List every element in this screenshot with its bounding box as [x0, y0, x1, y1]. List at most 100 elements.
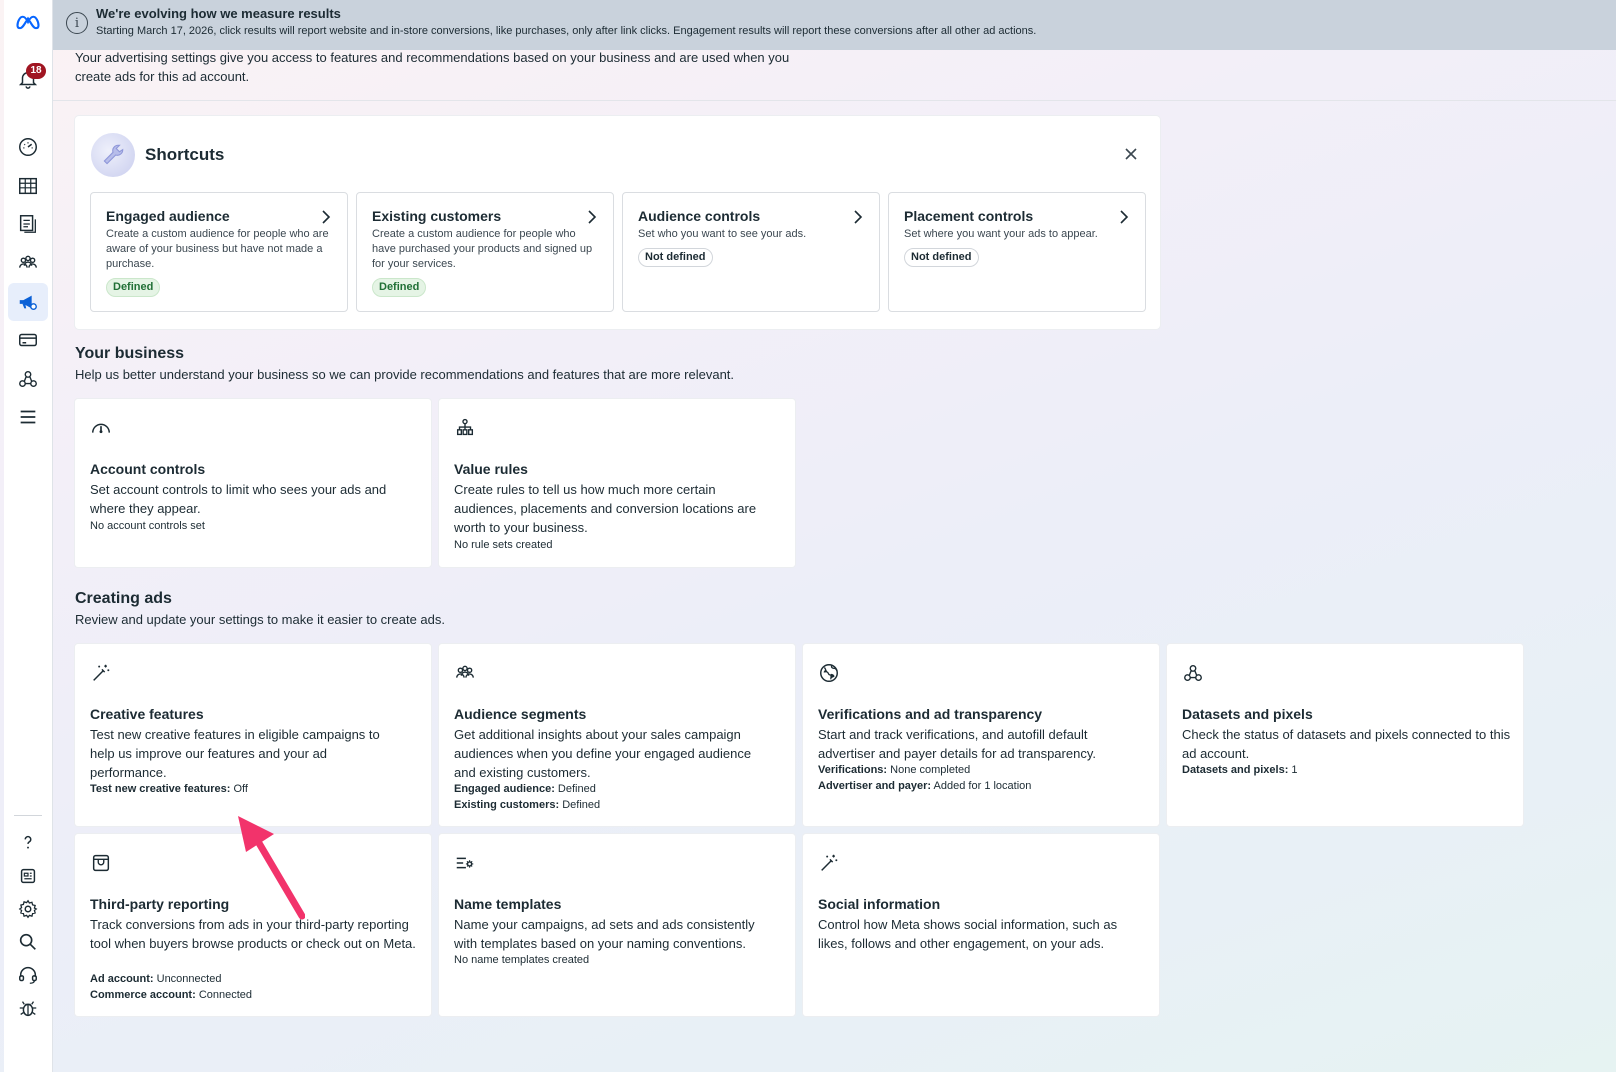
- card-description: Control how Meta shows social informatio…: [818, 917, 1118, 951]
- chevron-right-icon: [588, 210, 597, 224]
- creating-ads-subtitle: Review and update your settings to make …: [75, 612, 445, 627]
- shortcut-existing-customers[interactable]: Existing customers Create a custom audie…: [356, 192, 614, 312]
- card-status: No account controls set: [90, 520, 205, 532]
- audiences-button[interactable]: [8, 244, 48, 282]
- value-rules-card[interactable]: Value rules Create rules to tell us how …: [439, 399, 795, 567]
- all-tools-button[interactable]: [8, 398, 48, 436]
- list-settings-icon: [454, 852, 476, 874]
- card-title: Name templates: [454, 896, 562, 912]
- advertising-settings-button[interactable]: [8, 283, 48, 321]
- globe-icon: [818, 662, 840, 684]
- table-icon: [19, 177, 37, 195]
- status-value: Off: [230, 783, 248, 795]
- sidebar-divider: [14, 815, 42, 816]
- card-status: Verifications: None completed Advertiser …: [818, 762, 1031, 794]
- shortcut-description: Create a custom audience for people who …: [372, 228, 593, 270]
- banner-body: Starting March 17, 2026, click results w…: [96, 25, 1037, 37]
- close-shortcuts-button[interactable]: [1122, 145, 1140, 163]
- audience-segments-card[interactable]: Audience segments Get additional insight…: [439, 644, 795, 826]
- credit-card-icon: [19, 333, 37, 347]
- annotation-arrow-icon: [238, 816, 305, 920]
- gauge-icon: [90, 417, 112, 439]
- status-value: 1: [1288, 764, 1298, 776]
- meta-logo-icon[interactable]: [8, 3, 48, 41]
- status-value: Defined: [554, 783, 596, 795]
- status-value: Unconnected: [153, 973, 222, 985]
- card-title: Social information: [818, 896, 941, 912]
- status-label: Test new creative features:: [90, 783, 231, 795]
- card-title: Audience segments: [454, 706, 587, 722]
- status-value: Defined: [559, 799, 601, 811]
- status-label: Verifications:: [818, 764, 888, 776]
- ads-manager-button[interactable]: [8, 167, 48, 205]
- card-description: Check the status of datasets and pixels …: [1182, 727, 1511, 761]
- question-mark-icon: [24, 835, 32, 849]
- shortcut-title: Placement controls: [904, 208, 1034, 224]
- close-icon: [1125, 148, 1137, 160]
- status-label: Ad account:: [90, 973, 154, 985]
- card-title: Account controls: [90, 461, 206, 477]
- card-status: Engaged audience: Defined Existing custom…: [454, 781, 600, 813]
- status-value: Connected: [195, 989, 253, 1001]
- billing-button[interactable]: [8, 321, 48, 359]
- status-label: Commerce account:: [90, 989, 196, 1001]
- name-templates-card[interactable]: Name templates Name your campaigns, ad s…: [439, 834, 795, 1016]
- account-controls-card[interactable]: Account controls Set account controls to…: [75, 399, 431, 567]
- card-status: No name templates created: [454, 954, 590, 966]
- shortcut-description: Set where you want your ads to appear.: [904, 228, 1098, 240]
- people-icon: [19, 255, 37, 268]
- card-title: Creative features: [90, 706, 204, 722]
- page-intro: Your advertising settings give you acces…: [75, 50, 790, 84]
- status-badge: Defined: [372, 278, 427, 297]
- card-description: Get additional insights about your sales…: [454, 727, 752, 780]
- shortcut-title: Engaged audience: [106, 208, 230, 224]
- card-description: Start and track verifications, and autof…: [818, 727, 1096, 761]
- verifications-card[interactable]: Verifications and ad transparency Start …: [803, 644, 1159, 826]
- bug-icon: [19, 1001, 37, 1017]
- card-description: Name your campaigns, ad sets and ads con…: [454, 917, 755, 951]
- status-badge: Not defined: [638, 248, 713, 267]
- shortcut-placement-controls[interactable]: Placement controls Set where you want yo…: [888, 192, 1146, 312]
- notification-badge: 18: [26, 63, 46, 79]
- info-banner: i We're evolving how we measure results …: [53, 0, 1616, 50]
- banner-title: We're evolving how we measure results: [96, 6, 341, 21]
- dashboard-button[interactable]: [8, 128, 48, 166]
- divider: [53, 100, 1616, 101]
- status-label: Advertiser and payer:: [818, 780, 932, 792]
- events-manager-button[interactable]: [8, 360, 48, 398]
- status-value: Added for 1 location: [931, 780, 1032, 792]
- magic-wand-icon: [90, 662, 112, 684]
- creative-features-card[interactable]: Creative features Test new creative feat…: [75, 644, 431, 826]
- card-description: Test new creative features in eligible c…: [90, 727, 380, 780]
- report-problem-button[interactable]: [8, 989, 48, 1027]
- chevron-right-icon: [322, 210, 331, 224]
- card-status: Datasets and pixels: 1: [1182, 762, 1298, 778]
- social-information-card[interactable]: Social information Control how Meta show…: [803, 834, 1159, 1016]
- chevron-right-icon: [854, 210, 863, 224]
- status-badge: Not defined: [904, 248, 979, 267]
- shortcut-engaged-audience[interactable]: Engaged audience Create a custom audienc…: [90, 192, 348, 312]
- card-title: Datasets and pixels: [1182, 706, 1313, 722]
- card-status: No rule sets created: [454, 539, 553, 551]
- card-title: Third-party reporting: [90, 896, 230, 912]
- hierarchy-icon: [454, 417, 476, 439]
- shortcut-description: Create a custom audience for people who …: [106, 228, 329, 270]
- pages-button[interactable]: [8, 205, 48, 243]
- datasets-pixels-card[interactable]: Datasets and pixels Check the status of …: [1167, 644, 1523, 826]
- gear-icon: [18, 899, 38, 919]
- notifications-button[interactable]: 18: [8, 60, 48, 98]
- card-status: Ad account: Unconnected Commerce account:…: [90, 971, 252, 1003]
- documents-icon: [19, 215, 36, 233]
- shortcuts-title: Shortcuts: [145, 145, 225, 164]
- status-label: Datasets and pixels:: [1182, 764, 1289, 776]
- chevron-right-icon: [1120, 210, 1129, 224]
- info-icon: i: [66, 12, 88, 34]
- connections-icon: [19, 370, 37, 388]
- card-status: Test new creative features: Off: [90, 781, 248, 797]
- card-title: Value rules: [454, 461, 528, 477]
- card-title: Verifications and ad transparency: [818, 706, 1043, 722]
- status-label: Existing customers:: [454, 799, 560, 811]
- wrench-icon: [91, 133, 135, 177]
- shortcut-audience-controls[interactable]: Audience controls Set who you want to se…: [622, 192, 880, 312]
- headset-icon: [19, 967, 37, 984]
